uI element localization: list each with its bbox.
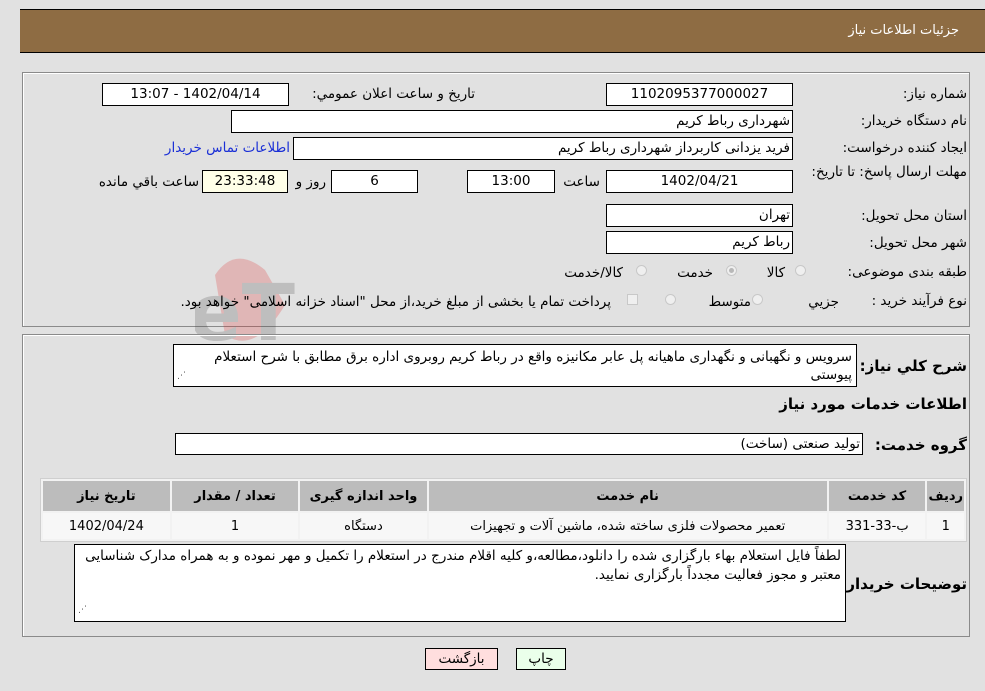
province-label: استان محل تحویل: <box>861 208 967 224</box>
services-section-title: اطلاعات خدمات مورد نياز <box>779 395 967 413</box>
city-field: رباط کریم <box>606 231 793 254</box>
buyer-notes-textarea[interactable]: لطفاً فایل استعلام بهاء بارگزاری شده را … <box>74 544 846 622</box>
purchase-radio-minor[interactable] <box>752 294 763 305</box>
announce-datetime-field: 1402/04/14 - 13:07 <box>102 83 289 106</box>
page-title: جزئیات اطلاعات نیاز <box>848 23 959 38</box>
service-group-label: گروه خدمت: <box>874 436 967 454</box>
deadline-time-label: ساعت <box>563 174 600 190</box>
services-table-header: رديف کد خدمت نام خدمت واحد اندازه گيری ت… <box>43 481 964 511</box>
services-table: رديف کد خدمت نام خدمت واحد اندازه گيری ت… <box>40 478 967 542</box>
treasury-checkbox-label: پرداخت تمام یا بخشی از مبلغ خرید،از محل … <box>180 294 611 310</box>
resize-grip-icon[interactable]: ⋰ <box>177 367 186 385</box>
back-button[interactable]: بازگشت <box>425 648 498 670</box>
category-radio-service[interactable] <box>726 265 737 276</box>
page-header: جزئیات اطلاعات نیاز <box>20 9 985 53</box>
remaining-time-field: 23:33:48 <box>202 170 288 193</box>
table-row: 1 ب-33-331 تعمیر محصولات فلزی ساخته شده،… <box>43 513 964 539</box>
col-service-name: نام خدمت <box>428 481 827 511</box>
deadline-time-field: 13:00 <box>467 170 555 193</box>
remaining-time-label: ساعت باقي مانده <box>98 174 199 190</box>
cell-row-number: 1 <box>927 513 964 539</box>
cell-service-code: ب-33-331 <box>828 513 926 539</box>
purchase-option-minor: جزيي <box>808 294 839 310</box>
col-quantity: تعداد / مقدار <box>171 481 299 511</box>
cell-need-date: 1402/04/24 <box>43 513 170 539</box>
requester-label: ایجاد کننده درخواست: <box>842 140 967 156</box>
service-group-field: تولید صنعتی (ساخت) <box>175 433 863 455</box>
cell-service-name: تعمیر محصولات فلزی ساخته شده، ماشین آلات… <box>428 513 827 539</box>
buyer-notes-label: توضيحات خريدار: <box>840 575 967 593</box>
treasury-checkbox[interactable] <box>627 294 638 305</box>
category-radio-goods-service[interactable] <box>636 265 647 276</box>
buyer-notes-text: لطفاً فایل استعلام بهاء بارگزاری شده را … <box>85 548 841 583</box>
category-label: طبقه بندی موضوعی: <box>847 264 967 280</box>
col-service-code: کد خدمت <box>828 481 926 511</box>
category-radio-goods[interactable] <box>795 265 806 276</box>
resize-grip-icon[interactable]: ⋰ <box>78 601 87 620</box>
purchase-radio-medium[interactable] <box>665 294 676 305</box>
need-number-label: شماره نیاز: <box>902 86 967 102</box>
description-text: سرویس و نگهبانی و نگهداری ماهیانه پل عاب… <box>214 349 852 383</box>
print-button[interactable]: چاپ <box>516 648 566 670</box>
cell-unit: دستگاه <box>300 513 427 539</box>
need-number-field: 1102095377000027 <box>606 83 793 106</box>
remaining-days-field: 6 <box>331 170 418 193</box>
days-label: روز و <box>295 174 326 190</box>
description-textarea[interactable]: سرویس و نگهبانی و نگهداری ماهیانه پل عاب… <box>173 344 857 387</box>
requester-field: فرید یزدانی کاربرداز شهرداری رباط کریم <box>293 137 793 160</box>
buyer-org-field: شهرداری رباط کریم <box>231 110 793 133</box>
province-field: تهران <box>606 204 793 227</box>
category-option-service: خدمت <box>677 265 713 281</box>
col-need-date: تاريخ نياز <box>43 481 170 511</box>
col-row-number: رديف <box>927 481 964 511</box>
purchase-type-label: نوع فرآیند خرید : <box>871 293 967 309</box>
announce-datetime-label: تاریخ و ساعت اعلان عمومي: <box>312 86 475 102</box>
city-label: شهر محل تحویل: <box>869 235 967 251</box>
category-option-goods: کالا <box>766 265 785 281</box>
deadline-date-field: 1402/04/21 <box>606 170 793 193</box>
col-unit: واحد اندازه گيری <box>300 481 427 511</box>
cell-quantity: 1 <box>171 513 299 539</box>
category-option-goods-service: کالا/خدمت <box>564 265 623 281</box>
buyer-contact-link[interactable]: اطلاعات تماس خريدار <box>165 140 290 156</box>
buyer-org-label: نام دستگاه خريدار: <box>860 113 967 129</box>
description-label: شرح کلي نياز: <box>859 357 967 375</box>
purchase-option-medium: متوسط <box>708 294 751 310</box>
deadline-label: مهلت ارسال پاسخ: تا تاریخ: <box>811 164 967 180</box>
